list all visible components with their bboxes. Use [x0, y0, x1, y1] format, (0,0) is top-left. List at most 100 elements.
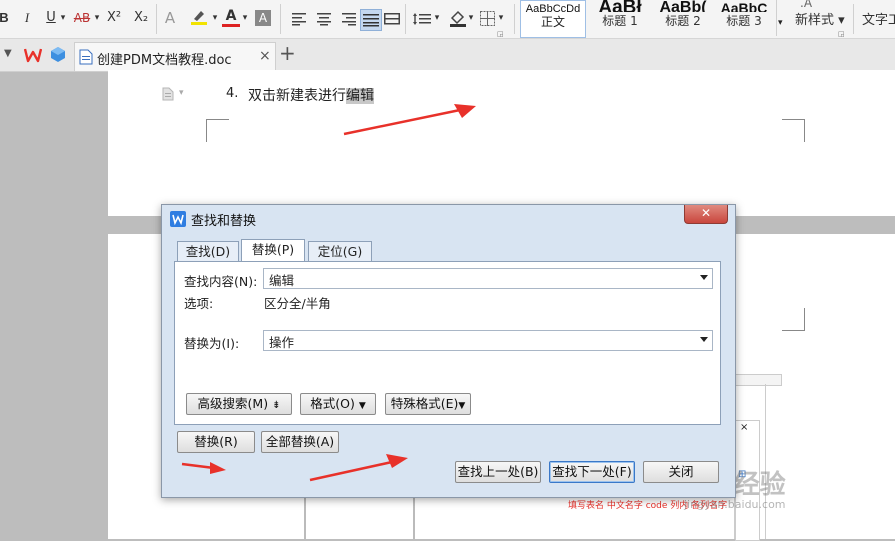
- paragraph-handle-icon[interactable]: [162, 87, 174, 101]
- style-heading-3[interactable]: AaBbC 标题 3: [712, 0, 776, 36]
- strikethrough-button[interactable]: AB: [72, 8, 92, 28]
- style-label: 标题 2: [665, 14, 701, 28]
- text-effect-button[interactable]: A: [160, 8, 180, 28]
- find-next-button[interactable]: 查找下一处(F): [549, 461, 635, 483]
- dialog-title: 查找和替换: [191, 214, 257, 229]
- borders-icon[interactable]: [480, 11, 495, 26]
- new-style-icon: .A: [800, 0, 813, 10]
- line-text: 双击新建表进行: [248, 88, 346, 104]
- underline-dropdown-icon[interactable]: ▾: [58, 8, 68, 28]
- style-preview: AaBł: [598, 0, 642, 12]
- tab-goto[interactable]: 定位(G): [308, 241, 372, 262]
- align-left-icon[interactable]: [292, 12, 308, 26]
- highlight-dropdown-icon[interactable]: ▾: [210, 8, 220, 28]
- dialog-close-button[interactable]: ✕: [684, 205, 728, 224]
- close-button[interactable]: 关闭: [643, 461, 719, 483]
- italic-button[interactable]: I: [20, 8, 34, 28]
- font-color-button[interactable]: A: [222, 8, 240, 27]
- expand-icon: ⇟: [272, 400, 281, 411]
- shading-dropdown-icon[interactable]: ▾: [466, 8, 476, 28]
- superscript-button[interactable]: X²: [104, 8, 124, 28]
- embedded-line: [304, 492, 306, 539]
- ribbon-toolbar: B I U ▾ AB ▾ X² X₂ A ▾ A ▾ A ▾ ▾ ▾ AaBbC…: [0, 0, 895, 39]
- group-launcher-icon[interactable]: ◲: [497, 30, 504, 38]
- char-shading-button[interactable]: A: [255, 10, 271, 26]
- styles-more-icon: ▾: [778, 18, 783, 28]
- paragraph-menu-icon[interactable]: ▾: [179, 88, 184, 98]
- document-tab[interactable]: 创建PDM文档教程.doc ×: [74, 42, 276, 71]
- format-button[interactable]: 格式(O) ▼: [300, 393, 376, 415]
- borders-dropdown-icon[interactable]: ▾: [496, 8, 506, 28]
- special-format-dropdown-icon: ▼: [458, 401, 466, 411]
- options-value: 区分全/半角: [264, 296, 331, 311]
- margin-corner-right: [782, 119, 805, 142]
- style-normal[interactable]: AaBbCcDd 正文: [520, 0, 586, 38]
- margin-corner-left: [206, 119, 229, 142]
- text-tool-button[interactable]: 文字工: [862, 11, 895, 31]
- align-right-icon[interactable]: [340, 12, 356, 26]
- replace-all-button[interactable]: 全部替换(A): [261, 431, 339, 453]
- new-style-button[interactable]: 新样式 ▾: [795, 11, 845, 31]
- style-label: 标题 1: [602, 14, 638, 28]
- replace-input[interactable]: 操作: [263, 330, 713, 351]
- word-doc-icon: [79, 49, 93, 65]
- new-tab-icon[interactable]: +: [279, 41, 296, 65]
- red-arrow-replace-annotation: [181, 462, 226, 474]
- font-color-dropdown-icon[interactable]: ▾: [240, 8, 250, 28]
- advanced-search-button[interactable]: 高级搜索(M) ⇟: [186, 393, 292, 415]
- line-spacing-icon[interactable]: [413, 12, 431, 26]
- style-preview: AaBb(: [659, 0, 707, 12]
- style-label: 正文: [540, 15, 565, 29]
- tab-list-dropdown-icon[interactable]: ▼: [4, 48, 12, 59]
- document-tab-bar: ▼ 创建PDM文档教程.doc × +: [0, 39, 895, 72]
- advanced-search-label: 高级搜索(M): [197, 396, 269, 411]
- shading-bucket-icon[interactable]: [449, 10, 467, 28]
- styles-scroll[interactable]: ▾: [776, 0, 787, 36]
- cube-icon[interactable]: [50, 46, 66, 63]
- find-previous-button[interactable]: 查找上一处(B): [455, 461, 541, 483]
- watermark-url: jingyan.baidu.com: [684, 498, 786, 511]
- document-page[interactable]: ▾ 4. 双击新建表进行编辑: [108, 70, 895, 216]
- new-style-label: 新样式: [795, 13, 835, 28]
- highlight-color-button[interactable]: [188, 8, 210, 28]
- special-format-label: 特殊格式(E): [390, 396, 459, 411]
- replace-panel: 查找内容(N): 编辑 选项: 区分全/半角 替换为(I): 操作 高级搜索(M…: [174, 261, 721, 425]
- margin-corner-bottom-right: [782, 308, 805, 331]
- find-dropdown-icon[interactable]: [700, 275, 708, 280]
- replace-dropdown-icon[interactable]: [700, 337, 708, 342]
- format-dropdown-icon: ▼: [358, 401, 366, 411]
- highlight-pen-icon: [191, 11, 207, 25]
- format-label: 格式(O): [310, 396, 355, 411]
- style-heading-2[interactable]: AaBb( 标题 2: [650, 0, 716, 36]
- wps-app-icon: [170, 211, 186, 227]
- find-replace-dialog: 查找和替换 ✕ 查找(D) 替换(P) 定位(G) 查找内容(N): 编辑 选项…: [161, 204, 736, 498]
- options-label: 选项:: [184, 296, 214, 311]
- tab-close-icon[interactable]: ×: [259, 48, 271, 64]
- styles-launcher-icon[interactable]: ◲: [838, 30, 845, 38]
- special-format-button[interactable]: 特殊格式(E)▼: [385, 393, 471, 415]
- justify-icon: [363, 14, 379, 27]
- strikethrough-dropdown-icon[interactable]: ▾: [92, 8, 102, 28]
- replace-button[interactable]: 替换(R): [177, 431, 255, 453]
- justify-button[interactable]: [360, 9, 382, 31]
- find-input[interactable]: 编辑: [263, 268, 713, 289]
- wps-logo-icon[interactable]: [24, 47, 42, 63]
- line-spacing-dropdown-icon[interactable]: ▾: [432, 8, 442, 28]
- document-tab-title: 创建PDM文档教程.doc: [97, 53, 232, 68]
- align-center-icon[interactable]: [316, 12, 332, 26]
- tab-find[interactable]: 查找(D): [177, 241, 239, 262]
- find-value: 编辑: [269, 273, 295, 288]
- distribute-icon[interactable]: [384, 12, 400, 26]
- bold-button[interactable]: B: [0, 8, 10, 28]
- style-preview: AaBbCcDd: [525, 3, 581, 13]
- tab-replace[interactable]: 替换(P): [241, 239, 305, 262]
- find-label: 查找内容(N):: [184, 274, 258, 289]
- close-icon: ✕: [700, 206, 712, 220]
- style-preview: AaBbC: [720, 0, 768, 12]
- underline-button[interactable]: U: [44, 8, 58, 28]
- style-heading-1[interactable]: AaBł 标题 1: [588, 0, 652, 36]
- red-arrow-annotation: [343, 104, 476, 136]
- subscript-button[interactable]: X₂: [131, 8, 151, 28]
- list-number: 4.: [226, 86, 239, 101]
- replace-label: 替换为(I):: [184, 336, 240, 351]
